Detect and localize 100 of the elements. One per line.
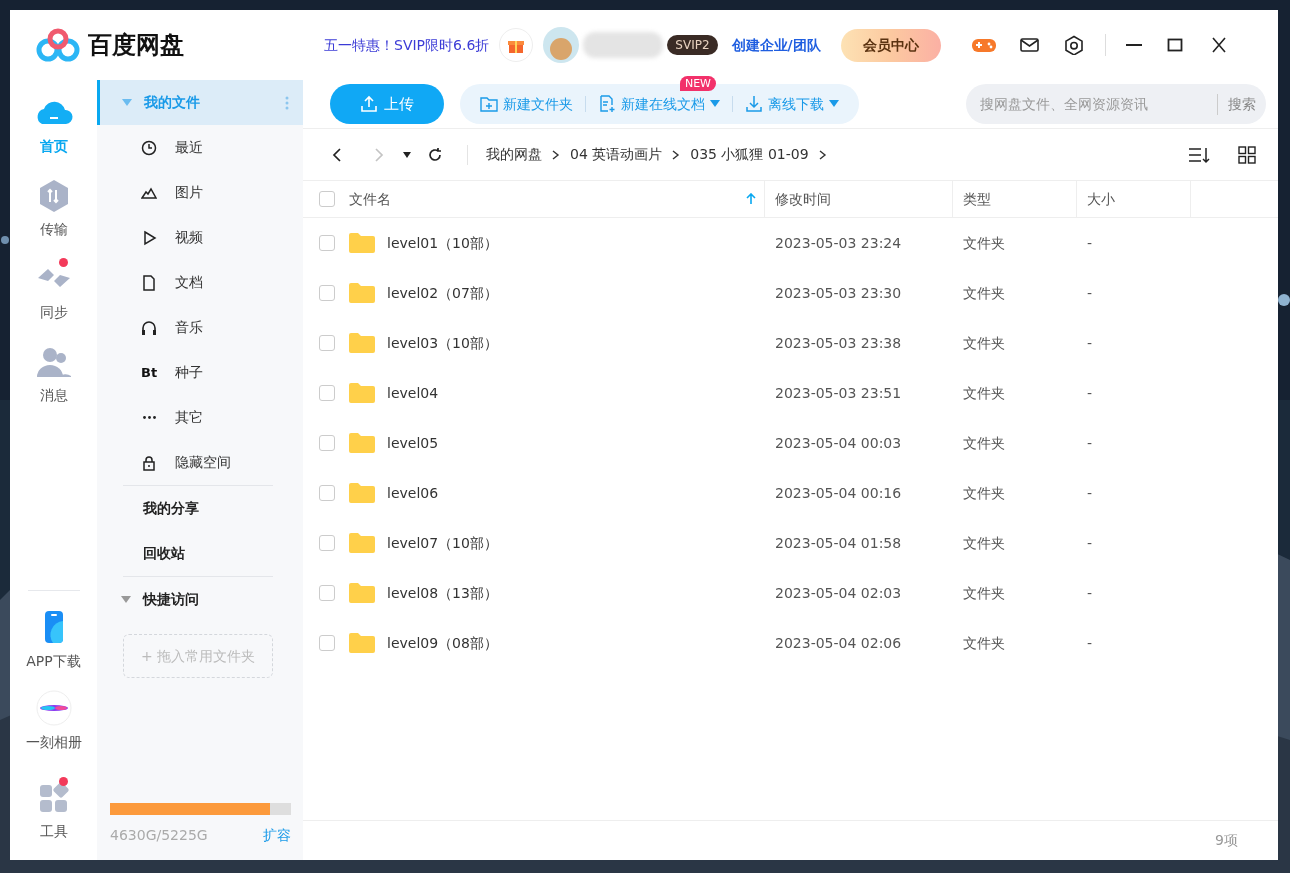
rail-item[interactable]: 消息 bbox=[33, 343, 74, 406]
nav-item[interactable]: 其它 bbox=[97, 395, 303, 440]
avatar[interactable] bbox=[543, 27, 580, 63]
new-badge: NEW bbox=[679, 75, 716, 91]
document-icon bbox=[141, 274, 157, 291]
headphones-icon bbox=[141, 319, 157, 336]
modified-time: 2023-05-04 00:16 bbox=[775, 483, 902, 503]
file-name[interactable]: level05 bbox=[387, 432, 439, 454]
checkbox[interactable] bbox=[319, 585, 335, 601]
album-icon bbox=[33, 690, 74, 728]
more-icon[interactable] bbox=[285, 95, 289, 110]
file-type: 文件夹 bbox=[963, 333, 1005, 353]
nav-item[interactable]: 隐藏空间 bbox=[97, 440, 303, 485]
file-type: 文件夹 bbox=[963, 483, 1005, 503]
folder-icon bbox=[349, 583, 375, 603]
modified-time: 2023-05-04 02:06 bbox=[775, 633, 902, 653]
app-title: 百度网盘 bbox=[88, 30, 184, 61]
file-size: - bbox=[1087, 483, 1093, 503]
file-size: - bbox=[1087, 233, 1093, 253]
checkbox[interactable] bbox=[319, 235, 335, 251]
file-name[interactable]: level09（08部） bbox=[387, 632, 498, 654]
file-type: 文件夹 bbox=[963, 283, 1005, 303]
breadcrumb-item[interactable]: 我的网盘 bbox=[482, 144, 546, 165]
file-type: 文件夹 bbox=[963, 533, 1005, 553]
nav-item[interactable]: 图片 bbox=[97, 170, 303, 215]
quick-access-label: 快捷访问 bbox=[143, 590, 199, 609]
file-size: - bbox=[1087, 633, 1093, 653]
column-header[interactable]: 类型 bbox=[963, 188, 991, 210]
select-all-checkbox[interactable] bbox=[319, 191, 335, 207]
rail-item[interactable]: 同步 bbox=[33, 260, 74, 323]
gift-button[interactable] bbox=[499, 28, 534, 62]
file-size: - bbox=[1087, 433, 1093, 453]
folder-icon bbox=[349, 633, 375, 653]
nav-item[interactable]: 音乐 bbox=[97, 305, 303, 350]
file-name[interactable]: level03（10部） bbox=[387, 332, 498, 354]
checkbox[interactable] bbox=[319, 385, 335, 401]
folder-icon bbox=[349, 433, 375, 453]
file-type: 文件夹 bbox=[963, 233, 1005, 253]
nav-link[interactable]: 回收站 bbox=[97, 531, 303, 576]
quick-access-item[interactable]: 快捷访问 bbox=[97, 577, 303, 622]
file-type: 文件夹 bbox=[963, 433, 1005, 453]
nav-item[interactable]: 文档 bbox=[97, 260, 303, 305]
checkbox[interactable] bbox=[319, 535, 335, 551]
breadcrumb-item[interactable]: 04 英语动画片 bbox=[566, 144, 667, 165]
file-name[interactable]: level01（10部） bbox=[387, 232, 498, 254]
file-type: 文件夹 bbox=[963, 583, 1005, 603]
more-dots-icon bbox=[143, 416, 156, 419]
minimize-icon bbox=[1125, 44, 1142, 46]
grid-icon bbox=[1238, 145, 1256, 164]
clock-icon bbox=[141, 139, 157, 156]
folder-icon bbox=[349, 283, 375, 303]
modified-time: 2023-05-03 23:24 bbox=[775, 233, 902, 253]
modified-time: 2023-05-04 01:58 bbox=[775, 533, 902, 553]
collapse-caret-icon[interactable] bbox=[122, 98, 132, 107]
caret-icon[interactable] bbox=[403, 151, 411, 158]
torrent-icon: Bt bbox=[141, 362, 157, 383]
rail-item[interactable]: APP下载 bbox=[26, 609, 81, 672]
column-header[interactable]: 文件名 bbox=[349, 188, 391, 210]
mail-icon bbox=[1018, 35, 1041, 55]
file-name[interactable]: level07（10部） bbox=[387, 532, 498, 554]
folder-icon bbox=[349, 233, 375, 253]
column-header[interactable]: 大小 bbox=[1087, 188, 1115, 210]
sort-arrow-icon[interactable] bbox=[746, 193, 756, 205]
column-header[interactable]: 修改时间 bbox=[775, 188, 831, 210]
file-name[interactable]: level08（13部） bbox=[387, 582, 498, 604]
folder-icon bbox=[349, 333, 375, 353]
file-name[interactable]: level02（07部） bbox=[387, 282, 498, 304]
checkbox[interactable] bbox=[319, 335, 335, 351]
breadcrumb-item[interactable]: 035 小狐狸 01-09 bbox=[686, 144, 813, 165]
modified-time: 2023-05-03 23:51 bbox=[775, 383, 902, 403]
file-size: - bbox=[1087, 583, 1093, 603]
promo-link[interactable]: 五一特惠！SVIP限时6.6折 bbox=[324, 34, 490, 56]
checkbox[interactable] bbox=[319, 285, 335, 301]
file-size: - bbox=[1087, 283, 1093, 303]
rail-item[interactable]: 工具 bbox=[33, 779, 74, 842]
modified-time: 2023-05-04 00:03 bbox=[775, 433, 902, 453]
file-size: - bbox=[1087, 533, 1093, 553]
checkbox[interactable] bbox=[319, 485, 335, 501]
file-type: 文件夹 bbox=[963, 633, 1005, 653]
file-type: 文件夹 bbox=[963, 383, 1005, 403]
checkbox[interactable] bbox=[319, 635, 335, 651]
rail-item[interactable]: 传输 bbox=[33, 177, 74, 240]
file-name[interactable]: level04 bbox=[387, 382, 439, 404]
rail-item[interactable]: 一刻相册 bbox=[25, 690, 82, 753]
nav-item[interactable]: 视频 bbox=[97, 215, 303, 260]
nav-item[interactable]: 最近 bbox=[97, 125, 303, 170]
modified-time: 2023-05-03 23:38 bbox=[775, 333, 902, 353]
checkbox[interactable] bbox=[319, 435, 335, 451]
modified-time: 2023-05-03 23:30 bbox=[775, 283, 902, 303]
team-link[interactable]: 创建企业/团队 bbox=[731, 34, 821, 56]
new-document-icon bbox=[598, 95, 616, 113]
member-center-button[interactable]: 会员中心 bbox=[840, 28, 941, 62]
nav-item[interactable]: Bt 种子 bbox=[97, 350, 303, 395]
file-name[interactable]: level06 bbox=[387, 482, 439, 504]
refresh-icon bbox=[427, 146, 443, 163]
settings-icon bbox=[1062, 35, 1085, 55]
vip-badge: SVIP2 bbox=[667, 35, 718, 55]
chevron-icon bbox=[552, 149, 560, 160]
modified-time: 2023-05-04 02:03 bbox=[775, 583, 902, 603]
nav-link[interactable]: 我的分享 bbox=[97, 486, 303, 531]
